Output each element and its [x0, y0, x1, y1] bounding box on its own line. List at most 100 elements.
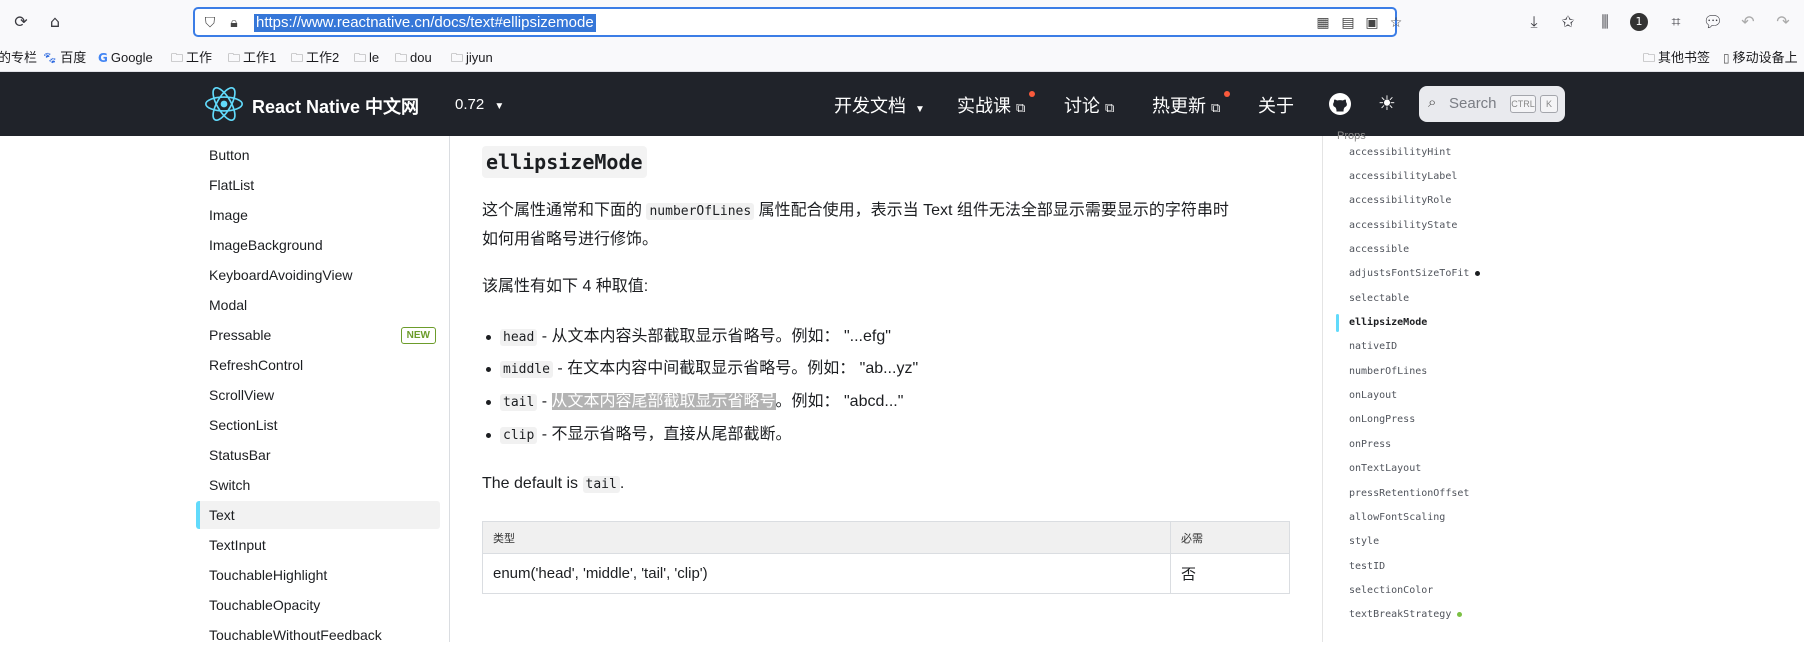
toc-item[interactable]: accessibilityLabel [1349, 171, 1457, 182]
back-icon[interactable]: ↶ [1737, 11, 1759, 33]
version-dropdown[interactable]: 0.72 ▼ [455, 96, 504, 113]
bookmark-item[interactable]: 的专栏 [0, 50, 37, 66]
sidebar-item-touchablewithoutfeedback[interactable]: TouchableWithoutFeedback [196, 621, 440, 649]
toc-item[interactable]: textBreakStrategy [1349, 609, 1463, 620]
bookmark-star-icon[interactable]: ☆ [1387, 14, 1405, 32]
toc-item-label: textBreakStrategy [1349, 609, 1452, 620]
sidebar-item-flatlist[interactable]: FlatList [196, 171, 440, 199]
nav-about[interactable]: 关于 [1258, 92, 1294, 118]
extension-icon[interactable]: ✩ [1557, 11, 1579, 33]
version-label: 0.72 [455, 96, 485, 113]
table-header: 必需 [1170, 521, 1290, 554]
bookmark-item[interactable]: 🗀 工作1 [228, 50, 276, 66]
toc-item[interactable]: adjustsFontSizeToFit [1349, 268, 1481, 279]
bookmark-label: jiyun [466, 50, 493, 65]
toc-item[interactable]: nativeID [1349, 341, 1397, 352]
bookmark-item[interactable]: 🗀 工作 [171, 50, 212, 66]
forward-icon[interactable]: ↷ [1772, 11, 1794, 33]
toc-item[interactable]: testID [1349, 561, 1385, 572]
toc-item[interactable]: numberOfLines [1349, 366, 1427, 377]
url-text[interactable]: https://www.reactnative.cn/docs/text#ell… [254, 14, 596, 32]
dash: - [537, 426, 552, 443]
bookmark-item[interactable]: 🗀 le [354, 50, 379, 66]
account-badge-icon[interactable]: 1 [1630, 13, 1648, 31]
toc-item[interactable]: onTextLayout [1349, 463, 1421, 474]
nav-discuss[interactable]: 讨论 ⧉ [1064, 92, 1114, 118]
tracking-protection-icon[interactable]: ⛉ [201, 14, 219, 32]
sidebar-item-keyboardavoidingview[interactable]: KeyboardAvoidingView [196, 261, 440, 289]
sidebar-item-refreshcontrol[interactable]: RefreshControl [196, 351, 440, 379]
list-item: head - 从文本内容头部截取显示省略号。例如： "...efg" [486, 326, 891, 349]
search-icon: ⌕ [1428, 93, 1437, 111]
sidebar-item-touchableopacity[interactable]: TouchableOpacity [196, 591, 440, 619]
nav-course[interactable]: 实战课 ⧉ [957, 91, 1035, 118]
toc-item[interactable]: selectable [1349, 293, 1409, 304]
toc-item-active[interactable]: ellipsizeMode [1349, 317, 1427, 328]
sidebar-item-statusbar[interactable]: StatusBar [196, 441, 440, 469]
selected-text[interactable]: 从文本内容尾部截取显示省略号 [551, 393, 776, 410]
address-bar[interactable]: ⛉ 🔒︎ https://www.reactnative.cn/docs/tex… [193, 7, 1402, 37]
crop-icon[interactable]: ⌗ [1665, 11, 1687, 33]
toc-item[interactable]: allowFontScaling [1349, 512, 1445, 523]
library-icon[interactable]: ⫼ [1594, 11, 1616, 33]
sidebar-item-touchablehighlight[interactable]: TouchableHighlight [196, 561, 440, 589]
bookmark-item[interactable]: 🗀 dou [395, 50, 432, 66]
bookmark-item[interactable]: 🗀 工作2 [291, 50, 339, 66]
toc-item-label: adjustsFontSizeToFit [1349, 268, 1470, 279]
table-header-row: 类型 必需 [482, 521, 1290, 554]
sidebar-item-scrollview[interactable]: ScrollView [196, 381, 440, 409]
toc-heading[interactable]: Props [1337, 130, 1366, 142]
toc-item[interactable]: accessible [1349, 244, 1409, 255]
search-button[interactable]: ⌕ Search CTRL K [1419, 86, 1565, 122]
picture-in-picture-icon[interactable]: ▣ [1363, 14, 1381, 32]
sidebar-item-switch[interactable]: Switch [196, 471, 440, 499]
bookmark-label: 的专栏 [0, 50, 38, 65]
toc-item[interactable]: selectionColor [1349, 585, 1433, 596]
bookmark-label: 百度 [60, 50, 87, 65]
inline-code: head [500, 329, 538, 346]
site-brand[interactable]: React Native 中文网 [252, 93, 419, 119]
toc-item[interactable]: onPress [1349, 439, 1391, 450]
list-item-text: 从文本内容头部截取显示省略号。例如： "...efg" [551, 328, 891, 345]
list-item: clip - 不显示省略号，直接从尾部截断。 [486, 424, 792, 447]
sidebar-item-label: TouchableHighlight [209, 567, 328, 583]
sidebar-item-textinput[interactable]: TextInput [196, 531, 440, 559]
toc-item[interactable]: pressRetentionOffset [1349, 488, 1469, 499]
sidebar-item-imagebackground[interactable]: ImageBackground [196, 231, 440, 259]
bookmark-item[interactable]: 🐾︎ 百度 [42, 50, 86, 66]
sidebar-item-button[interactable]: Button [196, 141, 440, 169]
bookmark-item[interactable]: ▯ 移动设备上 [1723, 50, 1798, 66]
nav-label: 热更新 [1152, 96, 1206, 116]
toc-item[interactable]: accessibilityRole [1349, 195, 1451, 206]
toc-item[interactable]: style [1349, 536, 1379, 547]
sidebar-item-label: Modal [209, 297, 248, 313]
nav-docs[interactable]: 开发文档 ▼ [834, 92, 925, 118]
nav-hot-update[interactable]: 热更新 ⧉ [1152, 91, 1230, 118]
chat-icon[interactable]: 💬︎ [1702, 11, 1724, 33]
lock-icon[interactable]: 🔒︎ [225, 14, 243, 32]
sidebar-item-modal[interactable]: Modal [196, 291, 440, 319]
bookmark-item[interactable]: G Google [98, 50, 153, 66]
downloads-icon[interactable]: ⤓ [1523, 11, 1545, 33]
sidebar-item-image[interactable]: Image [196, 201, 440, 229]
theme-toggle-sun-icon[interactable]: ☀ [1375, 91, 1399, 115]
sidebar-item-label: RefreshControl [209, 357, 304, 373]
sidebar-item-pressable[interactable]: Pressable NEW [196, 321, 440, 349]
bookmark-item[interactable]: 🗀 jiyun [451, 50, 493, 66]
react-logo-icon[interactable] [205, 86, 243, 122]
toc-item[interactable]: onLongPress [1349, 414, 1415, 425]
github-icon[interactable] [1328, 92, 1352, 116]
sidebar-item-sectionlist[interactable]: SectionList [196, 411, 440, 439]
bookmark-item[interactable]: 🗀 其他书签 [1643, 50, 1710, 66]
nav-label: 开发文档 [834, 96, 906, 116]
home-icon[interactable]: ⌂ [44, 11, 66, 33]
toc-item[interactable]: accessibilityState [1349, 220, 1457, 231]
qr-code-icon[interactable]: ▦ [1314, 14, 1332, 32]
toc-item[interactable]: accessibilityHint [1349, 147, 1451, 158]
reload-icon[interactable]: ⟳ [10, 11, 32, 33]
sidebar-item-label: TextInput [209, 537, 266, 553]
reader-view-icon[interactable]: ▤ [1339, 14, 1357, 32]
folder-icon: 🗀 [291, 51, 304, 65]
toc-item[interactable]: onLayout [1349, 390, 1397, 401]
sidebar-item-text[interactable]: Text [196, 501, 440, 529]
